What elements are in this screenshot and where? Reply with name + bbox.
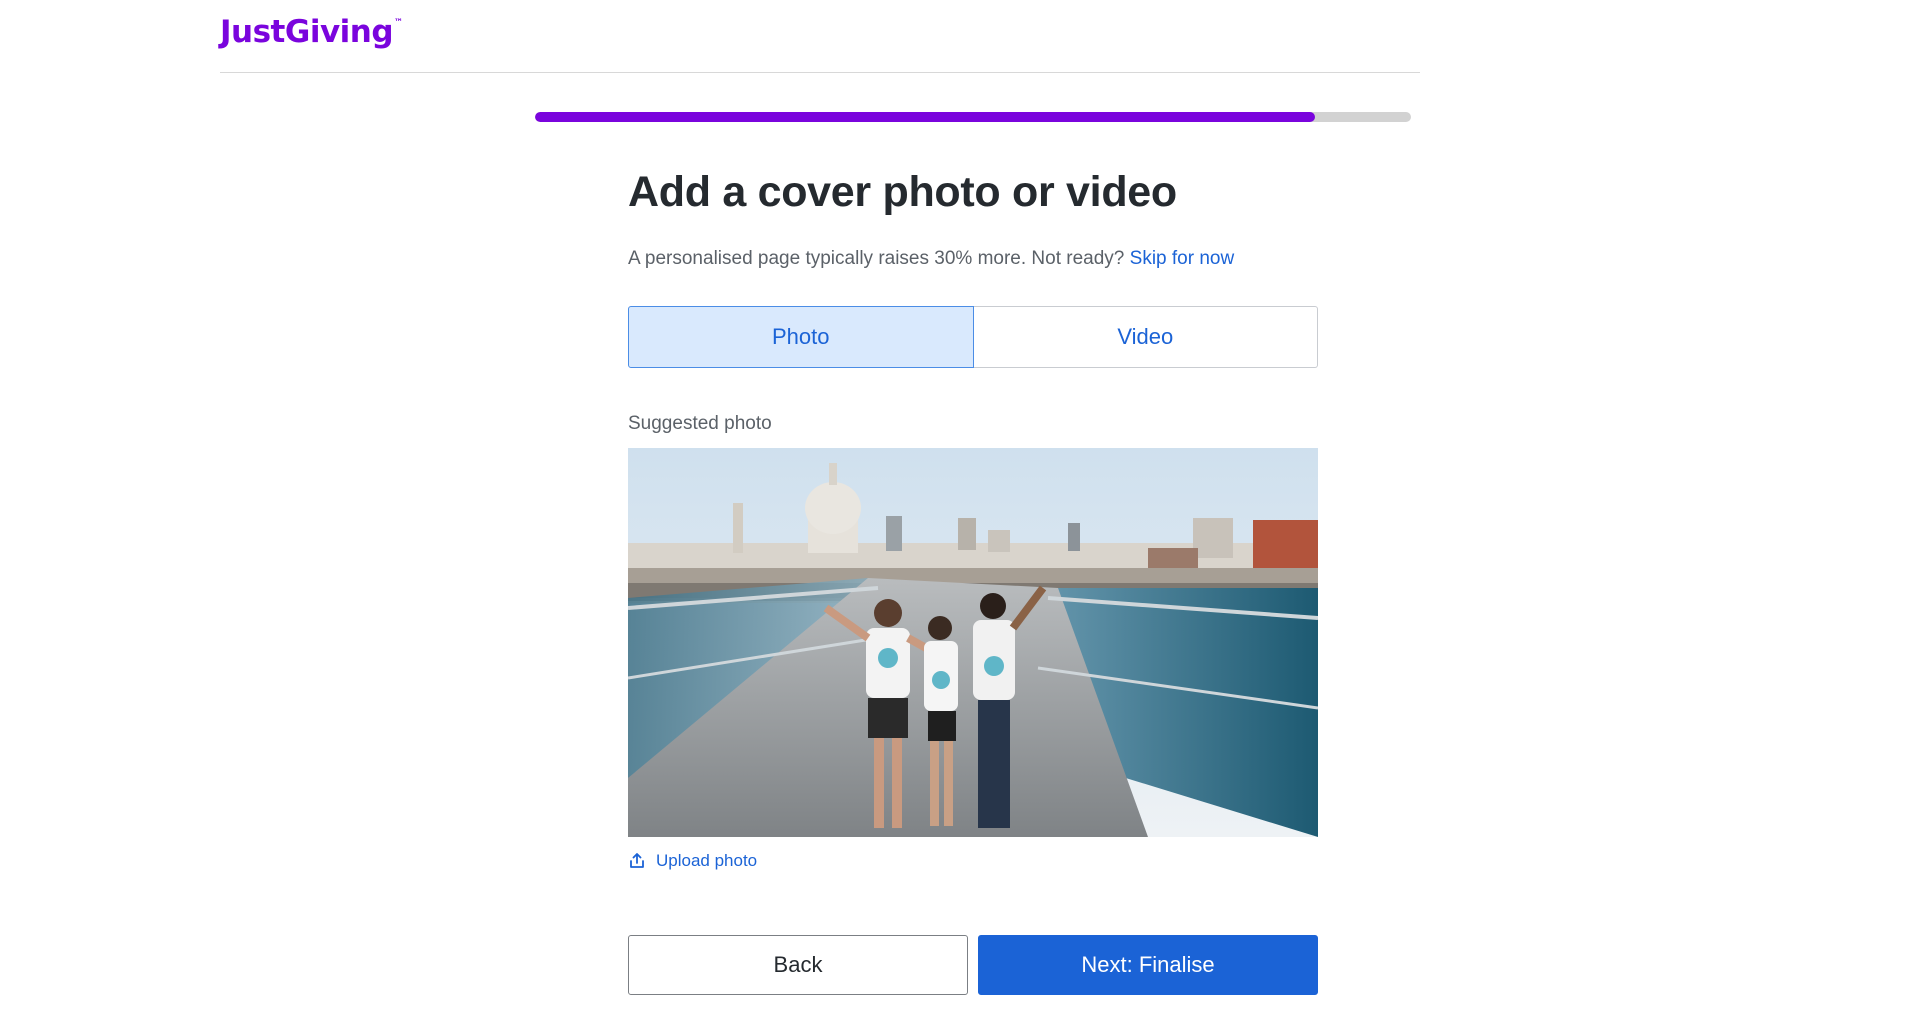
suggested-photo-label: Suggested photo xyxy=(628,413,772,434)
subtitle-text: A personalised page typically raises 30%… xyxy=(628,248,1125,269)
site-header: JustGiving™ xyxy=(220,0,1420,73)
upload-photo-link[interactable]: Upload photo xyxy=(628,851,757,871)
page-subtitle: A personalised page typically raises 30%… xyxy=(628,246,1318,272)
upload-photo-label: Upload photo xyxy=(656,851,758,870)
progress-bar-fill xyxy=(535,112,1315,122)
page: JustGiving™ Add a cover photo or video A… xyxy=(0,0,1920,1010)
upload-icon xyxy=(630,853,644,868)
justgiving-logo[interactable]: JustGiving™ xyxy=(220,14,403,50)
logo-trademark: ™ xyxy=(394,18,403,28)
next-finalise-button[interactable]: Next: Finalise xyxy=(978,935,1318,995)
page-title: Add a cover photo or video xyxy=(628,168,1177,216)
suggested-cover-photo xyxy=(628,448,1318,837)
form-actions: Back Next: Finalise xyxy=(628,935,1318,995)
tab-video[interactable]: Video xyxy=(973,306,1318,368)
media-type-toggle: Photo Video xyxy=(628,306,1318,368)
skip-for-now-link[interactable]: Skip for now xyxy=(1130,248,1235,269)
progress-bar xyxy=(535,112,1411,122)
tab-photo[interactable]: Photo xyxy=(628,306,974,368)
main-content: Add a cover photo or video A personalise… xyxy=(628,160,1318,995)
back-button[interactable]: Back xyxy=(628,935,968,995)
logo-text: JustGiving xyxy=(220,14,394,50)
